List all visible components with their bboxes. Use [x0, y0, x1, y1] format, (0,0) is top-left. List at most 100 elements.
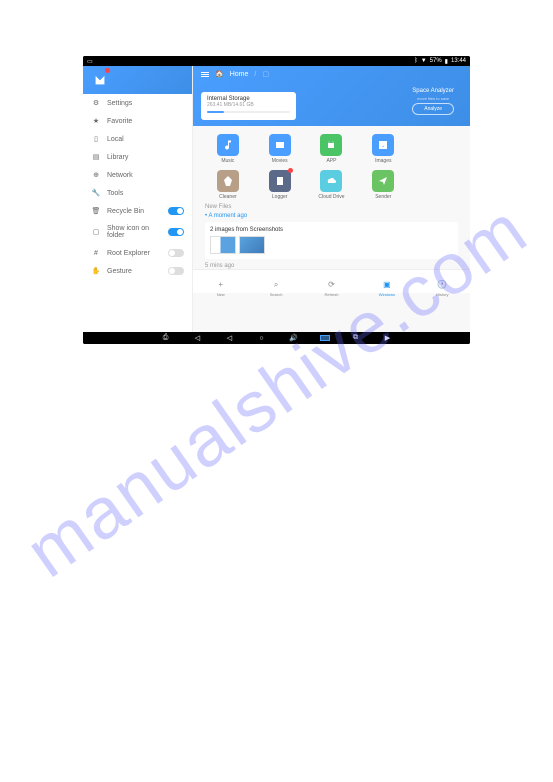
- app-tile-music[interactable]: Music: [205, 134, 251, 164]
- battery-icon: ▮: [445, 58, 448, 65]
- sidebar-item-showicon[interactable]: ▢ Show icon on folder: [83, 220, 192, 244]
- battery-percent: 57%: [430, 58, 442, 64]
- status-bar: ▭ ᛒ ▼ 57% ▮ 13:44: [83, 56, 470, 66]
- broom-icon: [217, 170, 239, 192]
- network-icon: ⊕: [91, 171, 101, 179]
- bottom-nav-label: New: [193, 292, 248, 297]
- sidebar-item-label: Network: [107, 172, 184, 179]
- space-analyzer: Space Analyzer move files to save Analyz…: [412, 88, 454, 115]
- header: 🏠 Home / ▢ Internal Storage 263.41 MB/14…: [193, 66, 470, 126]
- refresh-icon: ⟳: [328, 280, 335, 289]
- system-navbar: ⎙ ◁ ◁ ○ 🔊 ⧉ ▶: [83, 332, 470, 344]
- sidebar-item-label: Local: [107, 136, 184, 143]
- screenshot-thumbnail[interactable]: [210, 236, 236, 254]
- sidebar-item-settings[interactable]: ⚙ Settings: [83, 94, 192, 112]
- bottom-nav-windows[interactable]: ▣ Windows: [359, 270, 414, 293]
- bottom-nav-new[interactable]: + New: [193, 270, 248, 293]
- app-grid: Music Movies APP Images Cleaner: [193, 126, 470, 204]
- sidebar-item-label: Gesture: [107, 268, 168, 275]
- image-icon: [372, 134, 394, 156]
- sidebar: ⚙ Settings ★ Favorite ▯ Local ▤ Library …: [83, 66, 193, 332]
- home-icon: 🏠: [215, 70, 224, 78]
- nav-tabs[interactable]: ⧉: [350, 334, 362, 342]
- app-container: ⚙ Settings ★ Favorite ▯ Local ▤ Library …: [83, 66, 470, 332]
- cast-icon[interactable]: ▢: [262, 70, 269, 78]
- mail-icon: [93, 73, 107, 87]
- hash-icon: #: [91, 250, 101, 257]
- bottom-nav-label: Windows: [359, 292, 414, 297]
- toggle-showicon[interactable]: [168, 228, 184, 236]
- sidebar-item-favorite[interactable]: ★ Favorite: [83, 112, 192, 130]
- app-tile-label: Cleaner: [219, 194, 237, 200]
- clock-time: 13:44: [451, 58, 466, 64]
- bottom-nav-refresh[interactable]: ⟳ Refresh: [304, 270, 359, 293]
- log-icon: [269, 170, 291, 192]
- app-tile-movies[interactable]: Movies: [257, 134, 303, 164]
- storage-bar: [207, 111, 290, 113]
- book-icon: ▤: [91, 153, 101, 161]
- sidebar-item-label: Root Explorer: [107, 250, 168, 257]
- app-tile-logger[interactable]: Logger: [257, 170, 303, 200]
- sidebar-item-library[interactable]: ▤ Library: [83, 148, 192, 166]
- nav-volume[interactable]: ◁: [192, 334, 204, 342]
- gear-icon: ⚙: [91, 99, 101, 107]
- sidebar-item-network[interactable]: ⊕ Network: [83, 166, 192, 184]
- cloud-icon: [320, 170, 342, 192]
- music-icon: [217, 134, 239, 156]
- app-tile-app[interactable]: APP: [309, 134, 355, 164]
- breadcrumb-separator: /: [254, 71, 256, 78]
- file-card[interactable]: 2 images from Screenshots: [205, 222, 458, 259]
- analyzer-title: Space Analyzer: [412, 88, 454, 94]
- hamburger-menu[interactable]: [201, 72, 209, 77]
- analyzer-subtitle: move files to save: [412, 96, 454, 101]
- nav-screenshot[interactable]: ⎙: [160, 334, 172, 342]
- app-tile-clouddrive[interactable]: Cloud Drive: [309, 170, 355, 200]
- analyze-button[interactable]: Analyze: [412, 103, 454, 115]
- app-tile-label: Movies: [272, 158, 288, 164]
- toggle-gesture[interactable]: [168, 267, 184, 275]
- sidebar-item-local[interactable]: ▯ Local: [83, 130, 192, 148]
- nav-back[interactable]: ◁: [224, 334, 236, 342]
- file-card-title: 2 images from Screenshots: [210, 227, 453, 233]
- nav-sound[interactable]: 🔊: [288, 334, 300, 342]
- sidebar-item-label: Recycle Bin: [107, 208, 168, 215]
- sidebar-item-root[interactable]: # Root Explorer: [83, 244, 192, 262]
- trash-icon: 🗑: [91, 207, 101, 215]
- android-icon: [320, 134, 342, 156]
- app-tile-sender[interactable]: Sender: [360, 170, 406, 200]
- toggle-root[interactable]: [168, 249, 184, 257]
- sidebar-item-label: Library: [107, 154, 184, 161]
- bluetooth-icon: ᛒ: [414, 58, 418, 64]
- notification-icon: ▭: [87, 58, 93, 65]
- mail-header[interactable]: [83, 66, 192, 94]
- bottom-nav-history[interactable]: 🕐 History: [415, 270, 470, 293]
- toggle-recycle[interactable]: [168, 207, 184, 215]
- storage-subtitle: 263.41 MB/14.61 GB: [207, 102, 290, 108]
- screenshot-thumbnail[interactable]: [239, 236, 265, 254]
- bottom-nav-label: Search: [248, 292, 303, 297]
- sidebar-item-gesture[interactable]: ✋ Gesture: [83, 262, 192, 280]
- app-tile-label: Logger: [272, 194, 288, 200]
- bottom-nav-search[interactable]: ⌕ Search: [248, 270, 303, 293]
- sidebar-item-recycle[interactable]: 🗑 Recycle Bin: [83, 202, 192, 220]
- nav-home[interactable]: ○: [256, 335, 268, 342]
- nav-recent[interactable]: [320, 335, 330, 341]
- send-icon: [372, 170, 394, 192]
- windows-icon: ▣: [383, 280, 391, 289]
- breadcrumb[interactable]: Home: [230, 71, 249, 78]
- app-tile-images[interactable]: Images: [360, 134, 406, 164]
- wrench-icon: 🔧: [91, 189, 101, 197]
- storage-card[interactable]: Internal Storage 263.41 MB/14.61 GB: [201, 92, 296, 120]
- app-tile-label: Music: [221, 158, 234, 164]
- sidebar-item-tools[interactable]: 🔧 Tools: [83, 184, 192, 202]
- new-files-header: New Files: [205, 204, 458, 210]
- app-tile-label: Cloud Drive: [318, 194, 344, 200]
- video-icon: [269, 134, 291, 156]
- nav-play[interactable]: ▶: [382, 334, 394, 342]
- thumbnails: [210, 236, 453, 254]
- plus-icon: +: [218, 280, 223, 289]
- tablet-frame: ▭ ᛒ ▼ 57% ▮ 13:44 ⚙ Settings ★ Favorite: [83, 56, 470, 344]
- bottom-nav: + New ⌕ Search ⟳ Refresh ▣ Windows 🕐: [193, 269, 470, 293]
- main-panel: 🏠 Home / ▢ Internal Storage 263.41 MB/14…: [193, 66, 470, 332]
- app-tile-cleaner[interactable]: Cleaner: [205, 170, 251, 200]
